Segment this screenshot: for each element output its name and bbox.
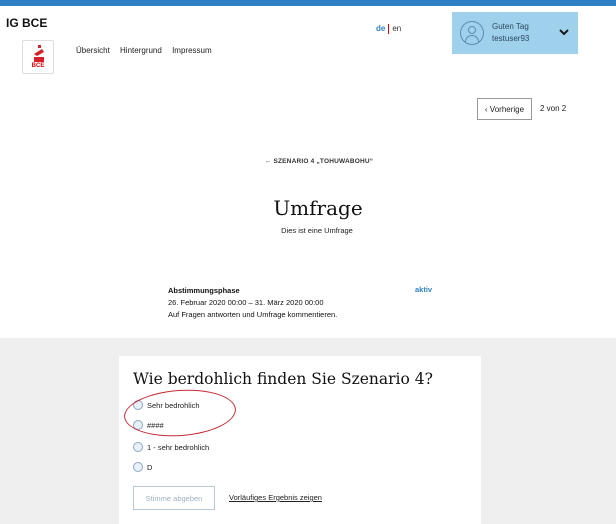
scenario-back-link[interactable]: ← SZENARIO 4 „TOHUWABOHU“ <box>0 158 616 165</box>
option-label: D <box>147 462 153 472</box>
poll-option[interactable]: Sehr bedrohlich <box>133 400 200 410</box>
language-switcher: de en <box>376 24 401 34</box>
nav-item-uebersicht[interactable]: Übersicht <box>76 46 110 55</box>
user-menu[interactable]: Guten Tag testuser93 <box>452 12 578 54</box>
page-count: 2 von 2 <box>540 104 567 113</box>
option-label: 1 - sehr bedrohlich <box>147 442 210 452</box>
poll-option[interactable]: D <box>133 462 152 472</box>
lang-de[interactable]: de <box>376 24 385 33</box>
chevron-down-icon[interactable] <box>558 26 570 38</box>
phase-info: Abstimmungsphase 26. Februar 2020 00:00 … <box>168 285 337 321</box>
user-greeting: Guten Tag <box>492 22 529 31</box>
nav-item-impressum[interactable]: Impressum <box>172 46 212 55</box>
radio-button[interactable] <box>133 462 143 472</box>
option-label: #### <box>147 420 164 430</box>
poll-option[interactable]: #### <box>133 420 164 430</box>
show-results-link[interactable]: Vorläufiges Ergebnis zeigen <box>229 493 322 502</box>
lang-divider <box>388 24 390 34</box>
phase-title: Abstimmungsphase <box>168 286 240 295</box>
status-badge: aktiv <box>415 285 433 294</box>
igbce-logo[interactable]: BCE <box>22 40 54 74</box>
top-accent-bar <box>0 0 616 6</box>
radio-button[interactable] <box>133 442 143 452</box>
brand-name: IG BCE <box>6 16 48 30</box>
lang-en[interactable]: en <box>392 24 401 33</box>
nav-item-hintergrund[interactable]: Hintergrund <box>120 46 162 55</box>
user-name: testuser93 <box>492 34 530 43</box>
phase-description: Auf Fragen antworten und Umfrage komment… <box>168 310 338 319</box>
logo-text: BCE <box>31 63 45 69</box>
logo-mark-icon <box>34 45 44 62</box>
radio-button[interactable] <box>133 400 143 410</box>
poll-card: Wie berdohlich finden Sie Szenario 4? Se… <box>119 356 481 524</box>
avatar-icon <box>460 21 484 45</box>
option-label: Sehr bedrohlich <box>147 400 200 410</box>
previous-button[interactable]: ‹ Vorherige <box>477 98 532 120</box>
phase-dates: 26. Februar 2020 00:00 – 31. März 2020 0… <box>168 298 324 307</box>
page-title: Umfrage <box>273 196 363 220</box>
radio-button[interactable] <box>133 420 143 430</box>
page-subtitle: Dies ist eine Umfrage <box>281 226 353 235</box>
poll-question: Wie berdohlich finden Sie Szenario 4? <box>133 370 433 388</box>
poll-option[interactable]: 1 - sehr bedrohlich <box>133 442 209 452</box>
submit-vote-button[interactable]: Stimme abgeben <box>133 486 215 510</box>
main-nav: Übersicht Hintergrund Impressum <box>76 46 220 55</box>
